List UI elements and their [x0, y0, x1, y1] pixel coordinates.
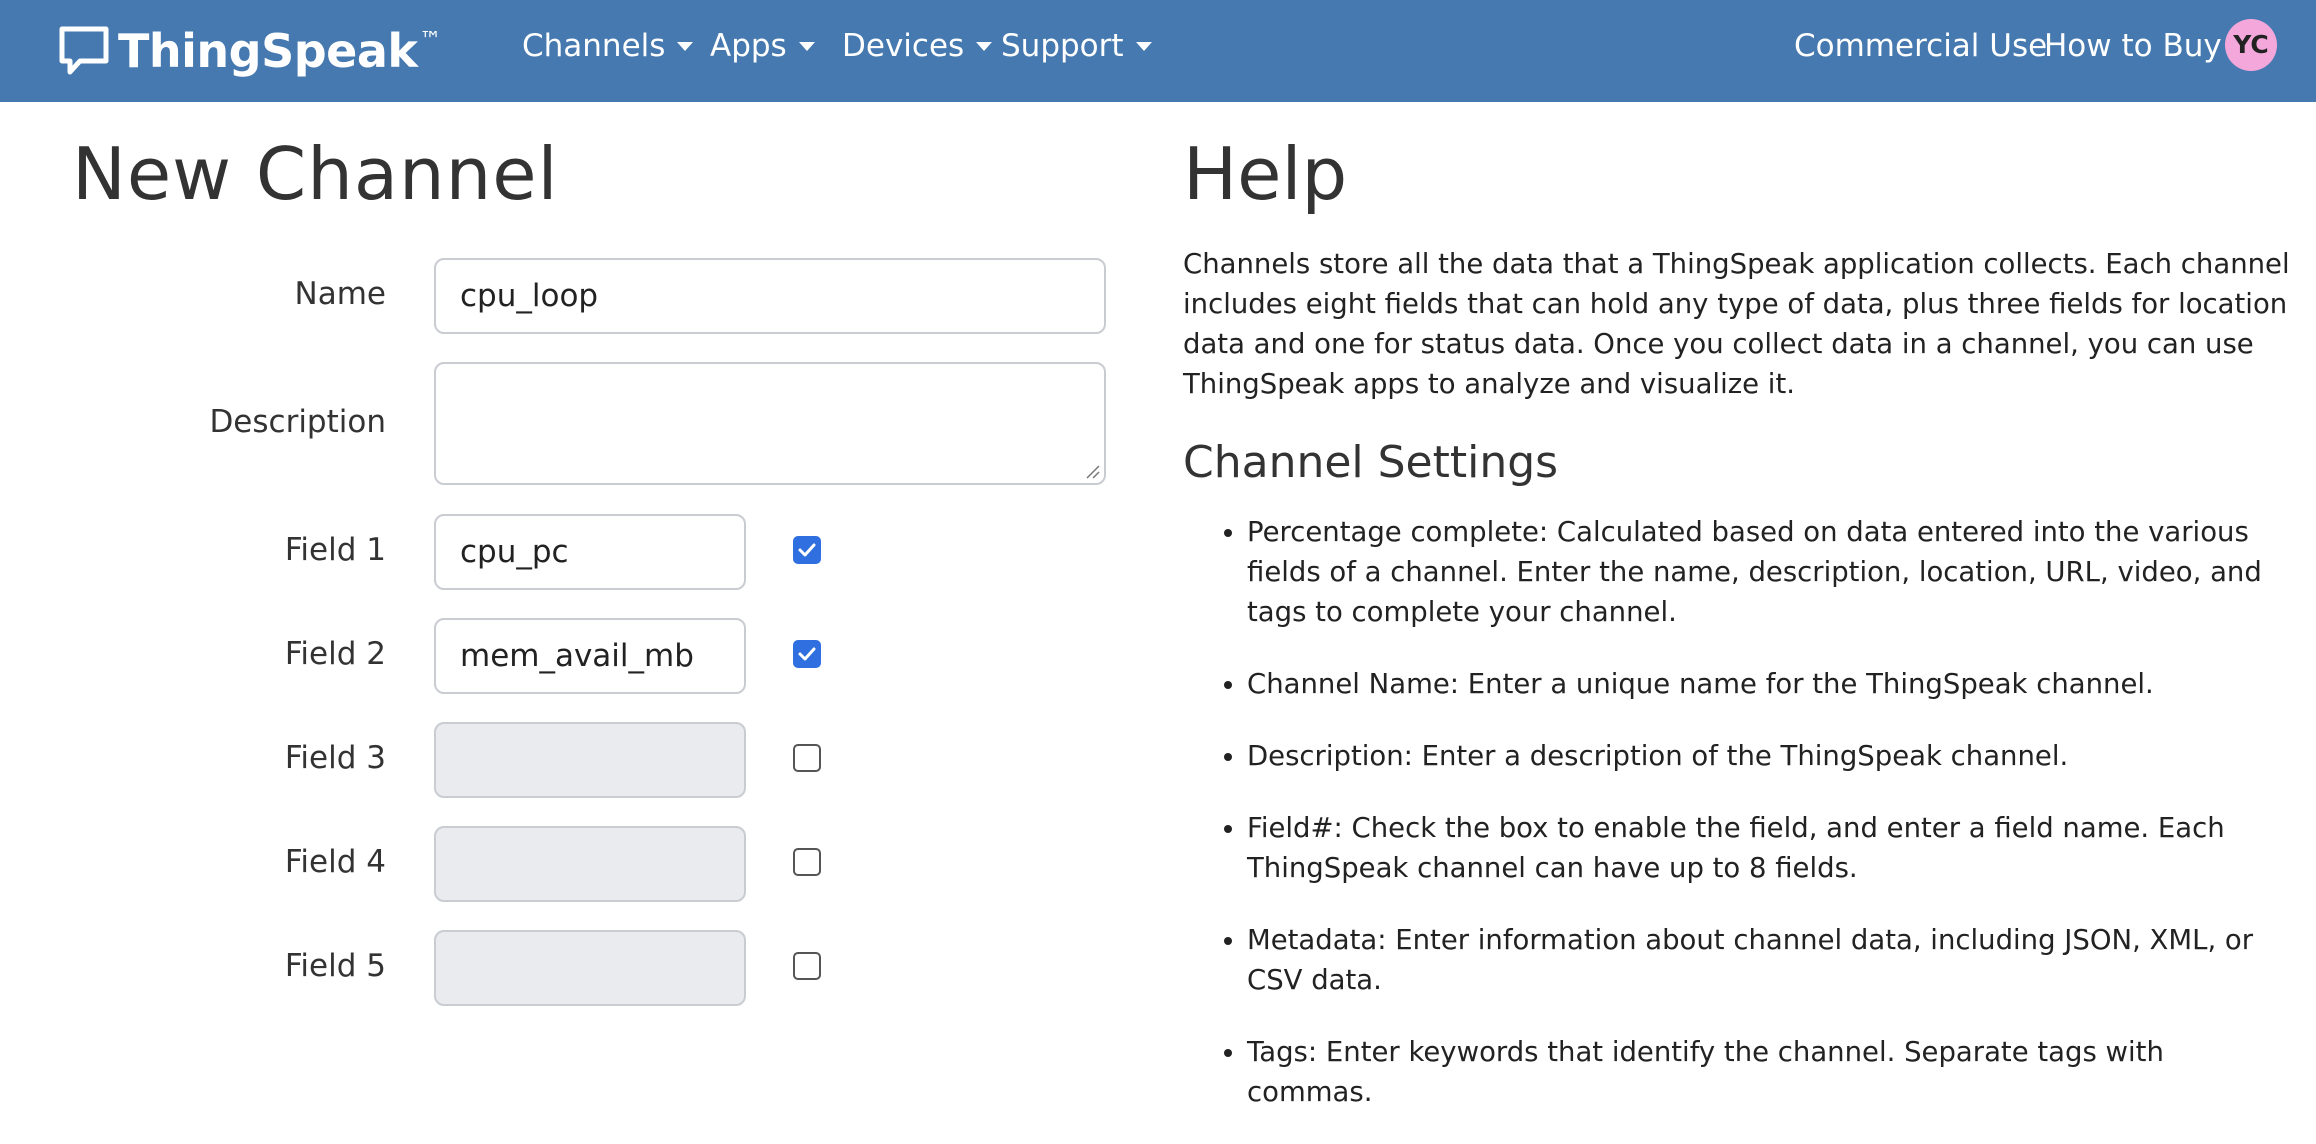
chevron-down-icon [677, 41, 694, 51]
checkmark-icon [798, 543, 816, 557]
list-item: Field#: Check the box to enable the fiel… [1247, 808, 2293, 888]
list-item: Percentage complete: Calculated based on… [1247, 512, 2293, 632]
field-5-checkbox[interactable] [793, 952, 821, 980]
field-2-label: Field 2 [284, 636, 386, 672]
description-textarea[interactable] [434, 362, 1106, 485]
field-3-checkbox[interactable] [793, 744, 821, 772]
channel-name-input[interactable]: cpu_loop [434, 258, 1106, 334]
field-3-label: Field 3 [284, 740, 386, 776]
field-3-input[interactable] [434, 722, 746, 798]
field-2-checkbox[interactable] [793, 640, 821, 668]
list-item: Channel Name: Enter a unique name for th… [1247, 664, 2293, 704]
channel-settings-list: Percentage complete: Calculated based on… [1183, 512, 2293, 1144]
field-1-label: Field 1 [284, 532, 386, 568]
page-title: New Channel [72, 132, 559, 216]
field-4-checkbox[interactable] [793, 848, 821, 876]
field-2-input[interactable]: mem_avail_mb [434, 618, 746, 694]
field-1-checkbox[interactable] [793, 536, 821, 564]
list-item: Tags: Enter keywords that identify the c… [1247, 1032, 2293, 1112]
field-5-input[interactable] [434, 930, 746, 1006]
nav-support-menu[interactable]: Support [1001, 24, 1152, 68]
nav-how-to-buy-link[interactable]: How to Buy [2044, 24, 2222, 68]
field-5-label: Field 5 [284, 948, 386, 984]
nav-commercial-use-link[interactable]: Commercial Use [1794, 24, 2047, 68]
description-label: Description [209, 404, 386, 440]
nav-support-label: Support [1001, 28, 1124, 64]
field-4-label: Field 4 [284, 844, 386, 880]
chevron-down-icon [1135, 41, 1152, 51]
list-item: Description: Enter a description of the … [1247, 736, 2293, 776]
nav-channels-menu[interactable]: Channels [522, 24, 694, 68]
thingspeak-logo[interactable]: ThingSpeak ™ [58, 22, 441, 80]
field-1-input[interactable]: cpu_pc [434, 514, 746, 590]
field-4-input[interactable] [434, 826, 746, 902]
nav-devices-label: Devices [842, 28, 965, 64]
help-intro-text: Channels store all the data that a Thing… [1183, 248, 2290, 400]
top-navbar: ThingSpeak ™ Channels Apps Devices Suppo… [0, 0, 2316, 102]
nav-apps-label: Apps [710, 28, 787, 64]
channel-settings-heading: Channel Settings [1183, 437, 1559, 488]
nav-apps-menu[interactable]: Apps [710, 24, 815, 68]
checkmark-icon [798, 647, 816, 661]
help-title: Help [1183, 132, 1348, 216]
user-avatar[interactable]: YC [2225, 19, 2277, 71]
nav-devices-menu[interactable]: Devices [842, 24, 993, 68]
resize-grip-icon[interactable] [1084, 463, 1100, 479]
channel-name-value: cpu_loop [460, 278, 599, 314]
logo-trademark: ™ [419, 28, 442, 53]
list-item: Metadata: Enter information about channe… [1247, 920, 2293, 1000]
field-1-value: cpu_pc [460, 534, 569, 570]
chevron-down-icon [976, 41, 993, 51]
logo-text: ThingSpeak [118, 24, 418, 78]
name-label: Name [294, 276, 386, 312]
nav-channels-label: Channels [522, 28, 666, 64]
speech-bubble-icon [59, 26, 109, 75]
chevron-down-icon [798, 41, 815, 51]
field-2-value: mem_avail_mb [460, 638, 694, 674]
